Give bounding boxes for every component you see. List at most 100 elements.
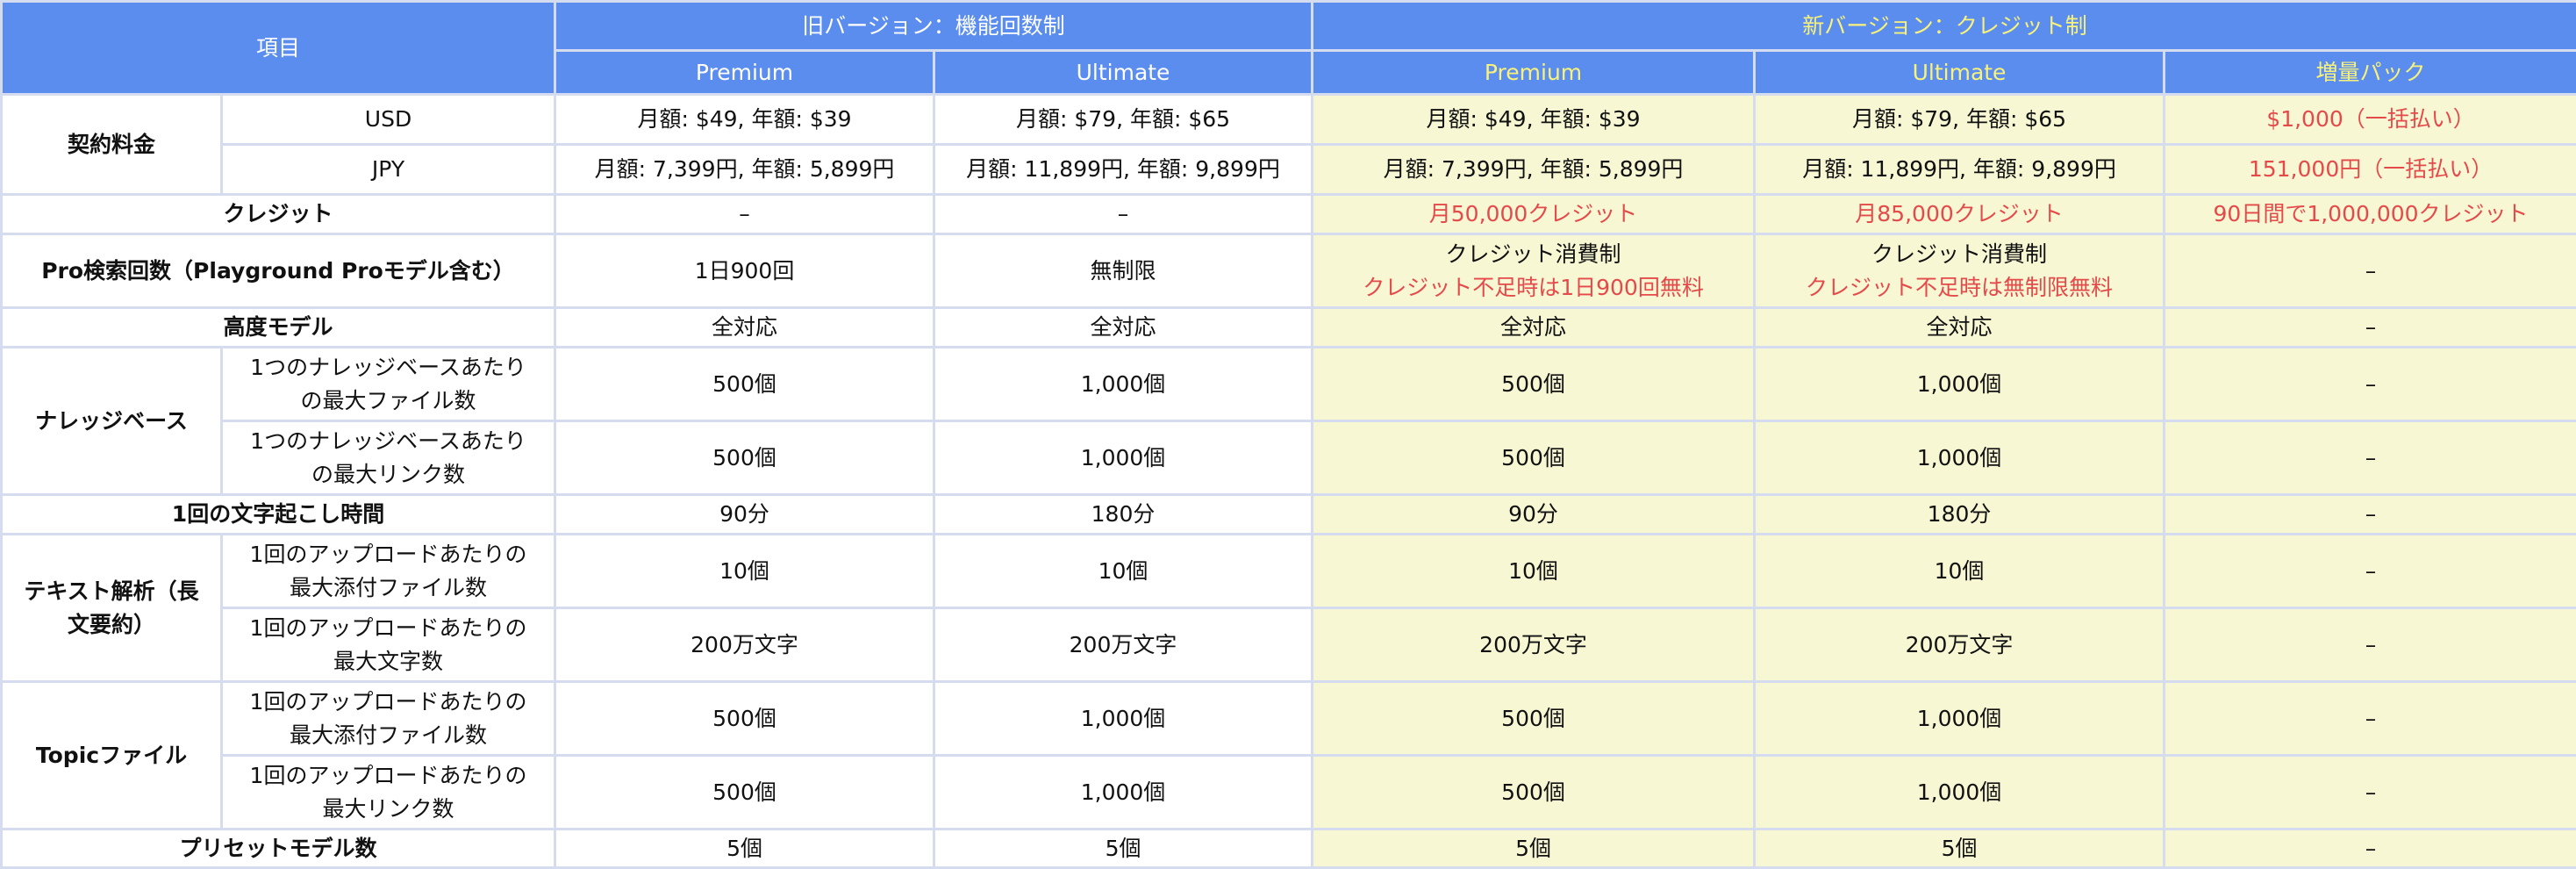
row-label-preset-models: プリセットモデル数 (2, 830, 555, 868)
cell-old-ultimate: 全対応 (934, 308, 1313, 348)
header-new-premium: Premium (1313, 51, 1755, 95)
cell-new-pack: 151,000円（一括払い） (2165, 145, 2576, 195)
comparison-table: 項目 旧バージョン：機能回数制 新バージョン：クレジット制 Premium Ul… (0, 0, 2576, 869)
table-row: Pro検索回数（Playground Proモデル含む） 1日900回 無制限 … (2, 234, 2576, 308)
cell-old-premium: 200万文字 (555, 608, 934, 682)
cell-line-note: クレジット不足時は無制限無料 (1759, 271, 2159, 305)
cell-old-ultimate: 1,000個 (934, 682, 1313, 756)
cell-new-pack: – (2165, 495, 2576, 535)
cell-line-note: クレジット不足時は1日900回無料 (1317, 271, 1750, 305)
cell-old-premium: 90分 (555, 495, 934, 535)
table-row: 1つのナレッジベースあたり の最大リンク数 500個 1,000個 500個 1… (2, 421, 2576, 495)
cell-old-ultimate: – (934, 195, 1313, 234)
cell-new-premium: 5個 (1313, 830, 1755, 868)
cell-new-pack: – (2165, 756, 2576, 830)
cell-new-ultimate: 180分 (1755, 495, 2165, 535)
sublabel-line: 1回のアップロードあたりの (226, 759, 550, 793)
cell-old-ultimate: 10個 (934, 535, 1313, 608)
cell-new-ultimate: 200万文字 (1755, 608, 2165, 682)
row-sublabel-usd: USD (222, 95, 555, 145)
cell-old-premium: 500個 (555, 421, 934, 495)
cell-new-ultimate: 月85,000クレジット (1755, 195, 2165, 234)
cell-old-premium: 5個 (555, 830, 934, 868)
cell-new-ultimate: 1,000個 (1755, 756, 2165, 830)
cell-old-premium: 月額: $49, 年額: $39 (555, 95, 934, 145)
cell-new-pack: – (2165, 348, 2576, 421)
cell-new-pack: 90日間で1,000,000クレジット (2165, 195, 2576, 234)
table-row: Topicファイル 1回のアップロードあたりの 最大添付ファイル数 500個 1… (2, 682, 2576, 756)
cell-new-premium: クレジット消費制 クレジット不足時は1日900回無料 (1313, 234, 1755, 308)
cell-old-premium: 1日900回 (555, 234, 934, 308)
cell-old-ultimate: 1,000個 (934, 756, 1313, 830)
sublabel-line: 最大添付ファイル数 (226, 571, 550, 605)
sublabel-line: の最大リンク数 (226, 458, 550, 492)
cell-old-ultimate: 月額: $79, 年額: $65 (934, 95, 1313, 145)
label-line: テキスト解析（長 (6, 575, 217, 608)
cell-new-premium: 月50,000クレジット (1313, 195, 1755, 234)
cell-new-premium: 500個 (1313, 682, 1755, 756)
cell-old-ultimate: 5個 (934, 830, 1313, 868)
cell-new-pack: – (2165, 234, 2576, 308)
cell-old-premium: 500個 (555, 682, 934, 756)
cell-old-ultimate: 200万文字 (934, 608, 1313, 682)
row-label-transcription: 1回の文字起こし時間 (2, 495, 555, 535)
cell-new-pack: $1,000（一括払い） (2165, 95, 2576, 145)
cell-new-pack: – (2165, 682, 2576, 756)
cell-old-premium: 10個 (555, 535, 934, 608)
cell-old-ultimate: 180分 (934, 495, 1313, 535)
cell-new-pack: – (2165, 830, 2576, 868)
row-sublabel: 1回のアップロードあたりの 最大添付ファイル数 (222, 682, 555, 756)
row-label-contract: 契約料金 (2, 95, 222, 195)
row-label-topic-file: Topicファイル (2, 682, 222, 830)
row-label-credit: クレジット (2, 195, 555, 234)
cell-line: クレジット消費制 (1317, 238, 1750, 271)
cell-new-pack: – (2165, 421, 2576, 495)
header-old-version: 旧バージョン：機能回数制 (555, 2, 1313, 51)
cell-new-ultimate: 全対応 (1755, 308, 2165, 348)
row-sublabel-jpy: JPY (222, 145, 555, 195)
table-row: プリセットモデル数 5個 5個 5個 5個 – (2, 830, 2576, 868)
row-label-pro-search: Pro検索回数（Playground Proモデル含む） (2, 234, 555, 308)
table-row: 1回の文字起こし時間 90分 180分 90分 180分 – (2, 495, 2576, 535)
cell-old-ultimate: 無制限 (934, 234, 1313, 308)
cell-old-premium: 500個 (555, 756, 934, 830)
cell-old-ultimate: 1,000個 (934, 421, 1313, 495)
cell-new-ultimate: 1,000個 (1755, 421, 2165, 495)
cell-old-ultimate: 月額: 11,899円, 年額: 9,899円 (934, 145, 1313, 195)
cell-new-pack: – (2165, 535, 2576, 608)
row-label-knowledge-base: ナレッジベース (2, 348, 222, 495)
sublabel-line: 最大添付ファイル数 (226, 719, 550, 752)
table-row: 契約料金 USD 月額: $49, 年額: $39 月額: $79, 年額: $… (2, 95, 2576, 145)
header-row-group: 項目 旧バージョン：機能回数制 新バージョン：クレジット制 (2, 2, 2576, 51)
table-row: テキスト解析（長 文要約） 1回のアップロードあたりの 最大添付ファイル数 10… (2, 535, 2576, 608)
sublabel-line: 1回のアップロードあたりの (226, 538, 550, 571)
sublabel-line: 1回のアップロードあたりの (226, 686, 550, 719)
table-row: クレジット – – 月50,000クレジット 月85,000クレジット 90日間… (2, 195, 2576, 234)
row-sublabel: 1回のアップロードあたりの 最大リンク数 (222, 756, 555, 830)
cell-new-pack: – (2165, 308, 2576, 348)
header-item: 項目 (2, 2, 555, 95)
cell-new-premium: 500個 (1313, 348, 1755, 421)
cell-new-ultimate: 10個 (1755, 535, 2165, 608)
table-row: ナレッジベース 1つのナレッジベースあたり の最大ファイル数 500個 1,00… (2, 348, 2576, 421)
header-new-version: 新バージョン：クレジット制 (1313, 2, 2576, 51)
cell-old-premium: 月額: 7,399円, 年額: 5,899円 (555, 145, 934, 195)
table-row: 1回のアップロードあたりの 最大リンク数 500個 1,000個 500個 1,… (2, 756, 2576, 830)
cell-new-ultimate: 1,000個 (1755, 348, 2165, 421)
cell-new-ultimate: 5個 (1755, 830, 2165, 868)
cell-new-ultimate: クレジット消費制 クレジット不足時は無制限無料 (1755, 234, 2165, 308)
label-line: 文要約） (6, 608, 217, 642)
cell-old-premium: 全対応 (555, 308, 934, 348)
cell-line: クレジット消費制 (1759, 238, 2159, 271)
cell-new-premium: 月額: 7,399円, 年額: 5,899円 (1313, 145, 1755, 195)
row-sublabel: 1つのナレッジベースあたり の最大リンク数 (222, 421, 555, 495)
table-row: 高度モデル 全対応 全対応 全対応 全対応 – (2, 308, 2576, 348)
sublabel-line: 1つのナレッジベースあたり (226, 351, 550, 384)
cell-new-ultimate: 月額: 11,899円, 年額: 9,899円 (1755, 145, 2165, 195)
cell-new-pack: – (2165, 608, 2576, 682)
header-new-ultimate: Ultimate (1755, 51, 2165, 95)
sublabel-line: 1回のアップロードあたりの (226, 612, 550, 645)
table-row: JPY 月額: 7,399円, 年額: 5,899円 月額: 11,899円, … (2, 145, 2576, 195)
sublabel-line: 最大リンク数 (226, 793, 550, 826)
row-sublabel: 1回のアップロードあたりの 最大文字数 (222, 608, 555, 682)
